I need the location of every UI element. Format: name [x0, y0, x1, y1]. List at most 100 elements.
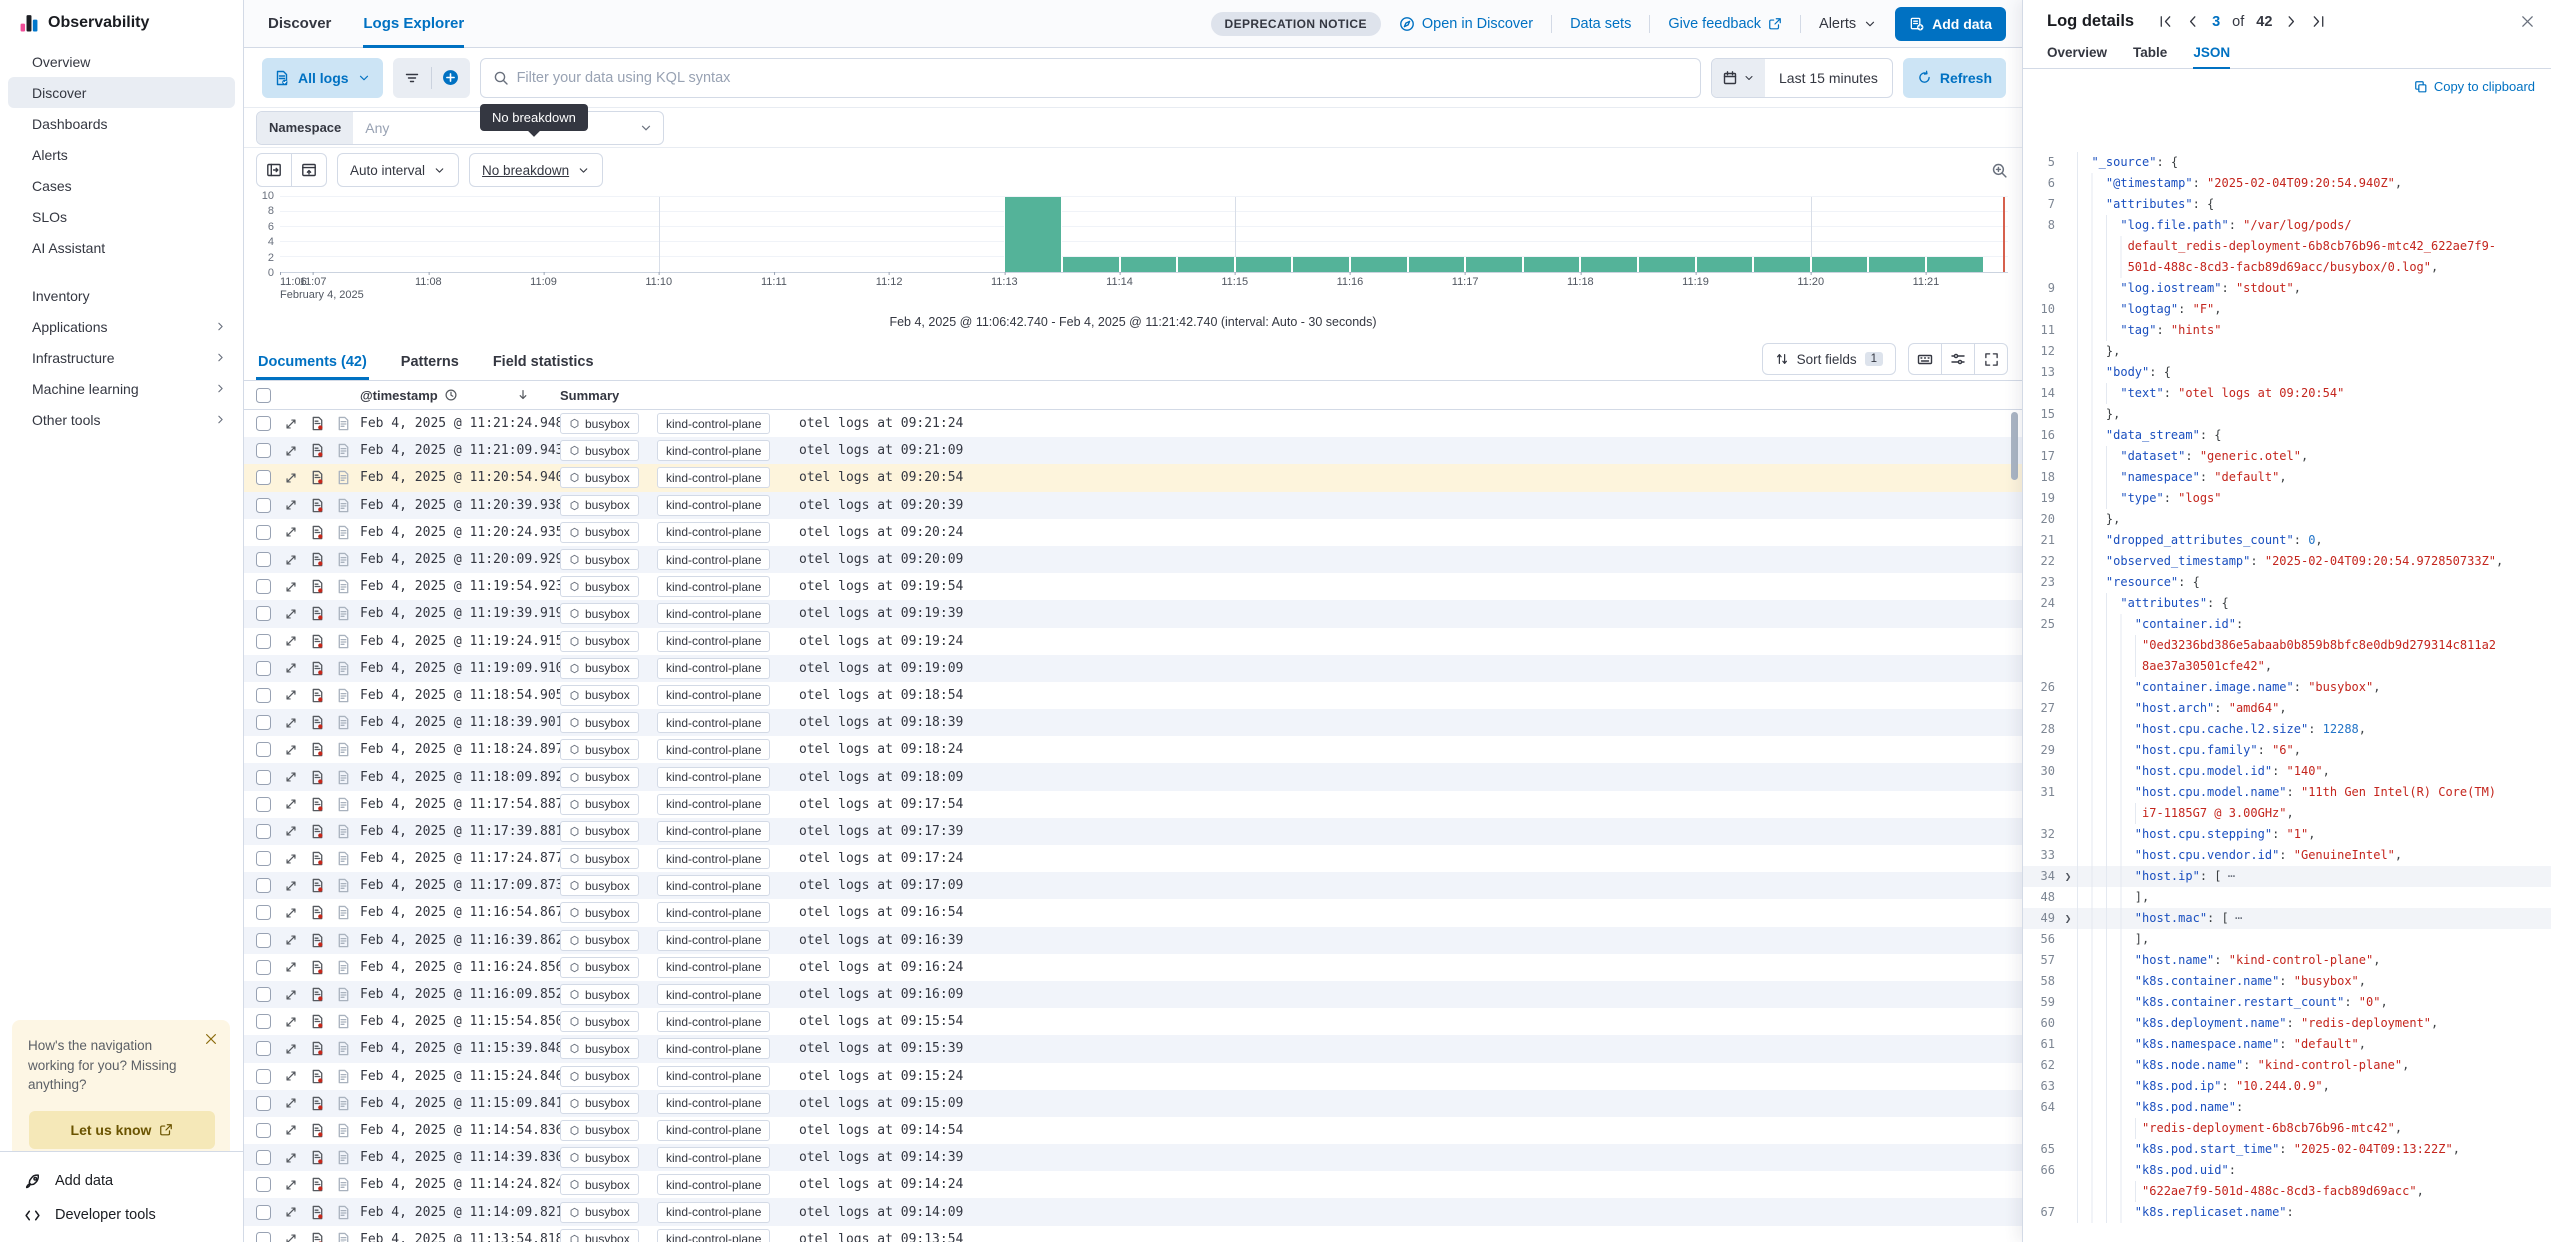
flyout-tab-table[interactable]: Table: [2133, 45, 2167, 68]
sidebar-item-ai-assistant[interactable]: AI Assistant: [8, 232, 235, 263]
row-checkbox[interactable]: [256, 688, 271, 703]
tab-logs-explorer[interactable]: Logs Explorer: [363, 0, 464, 48]
row-checkbox[interactable]: [256, 1205, 271, 1220]
prev-doc-icon[interactable]: [2185, 14, 2200, 29]
table-row[interactable]: Feb 4, 2025 @ 11:19:09.910busyboxkind-co…: [244, 655, 2022, 682]
expand-document-icon[interactable]: [284, 743, 310, 757]
degraded-document-icon[interactable]: [310, 715, 336, 730]
table-row[interactable]: Feb 4, 2025 @ 11:16:09.852busyboxkind-co…: [244, 981, 2022, 1008]
degraded-document-icon[interactable]: [310, 933, 336, 948]
row-checkbox[interactable]: [256, 1069, 271, 1084]
stacktrace-icon[interactable]: [336, 1041, 360, 1056]
table-row[interactable]: Feb 4, 2025 @ 11:19:54.923busyboxkind-co…: [244, 573, 2022, 600]
stacktrace-icon[interactable]: [336, 470, 360, 485]
stacktrace-icon[interactable]: [336, 1177, 360, 1192]
row-checkbox[interactable]: [256, 715, 271, 730]
summary-column-header[interactable]: Summary: [560, 388, 2022, 403]
stacktrace-icon[interactable]: [336, 878, 360, 893]
row-checkbox[interactable]: [256, 770, 271, 785]
stacktrace-icon[interactable]: [336, 634, 360, 649]
degraded-document-icon[interactable]: [310, 525, 336, 540]
sidebar-item-slos[interactable]: SLOs: [8, 201, 235, 232]
tab-field-statistics[interactable]: Field statistics: [491, 354, 596, 380]
stacktrace-icon[interactable]: [336, 1069, 360, 1084]
row-checkbox[interactable]: [256, 905, 271, 920]
select-all-checkbox[interactable]: [256, 388, 271, 403]
alerts-menu-button[interactable]: Alerts: [1819, 16, 1877, 32]
table-row[interactable]: Feb 4, 2025 @ 11:20:24.935busyboxkind-co…: [244, 519, 2022, 546]
row-checkbox[interactable]: [256, 1123, 271, 1138]
data-sets-link[interactable]: Data sets: [1570, 16, 1631, 32]
expand-document-icon[interactable]: [284, 1042, 310, 1056]
stacktrace-icon[interactable]: [336, 552, 360, 567]
table-row[interactable]: Feb 4, 2025 @ 11:17:54.887busyboxkind-co…: [244, 791, 2022, 818]
table-row[interactable]: Feb 4, 2025 @ 11:20:54.940busyboxkind-co…: [244, 464, 2022, 491]
row-checkbox[interactable]: [256, 498, 271, 513]
expand-document-icon[interactable]: [284, 824, 310, 838]
expand-document-icon[interactable]: [284, 1178, 310, 1192]
tab-patterns[interactable]: Patterns: [399, 354, 461, 380]
expand-document-icon[interactable]: [284, 1205, 310, 1219]
row-checkbox[interactable]: [256, 416, 271, 431]
expand-document-icon[interactable]: [284, 688, 310, 702]
expand-document-icon[interactable]: [284, 1069, 310, 1083]
expand-document-icon[interactable]: [284, 770, 310, 784]
copy-to-clipboard-button[interactable]: Copy to clipboard: [2414, 79, 2535, 94]
table-row[interactable]: Feb 4, 2025 @ 11:18:24.897busyboxkind-co…: [244, 736, 2022, 763]
table-row[interactable]: Feb 4, 2025 @ 11:18:09.892busyboxkind-co…: [244, 763, 2022, 790]
stacktrace-icon[interactable]: [336, 933, 360, 948]
fold-chevron-icon[interactable]: ❯: [2059, 866, 2077, 887]
table-row[interactable]: Feb 4, 2025 @ 11:14:54.836busyboxkind-co…: [244, 1117, 2022, 1144]
table-row[interactable]: Feb 4, 2025 @ 11:16:54.867busyboxkind-co…: [244, 899, 2022, 926]
expand-document-icon[interactable]: [284, 525, 310, 539]
stacktrace-icon[interactable]: [336, 824, 360, 839]
expand-document-icon[interactable]: [284, 1015, 310, 1029]
toggle-chart-panel-button[interactable]: [257, 153, 291, 187]
chart-display-options-button[interactable]: [292, 153, 326, 187]
sidebar-item-infrastructure[interactable]: Infrastructure: [8, 342, 235, 373]
stacktrace-icon[interactable]: [336, 1150, 360, 1165]
table-row[interactable]: Feb 4, 2025 @ 11:13:54.818busyboxkind-co…: [244, 1226, 2022, 1242]
degraded-document-icon[interactable]: [310, 824, 336, 839]
stacktrace-icon[interactable]: [336, 1232, 360, 1242]
row-checkbox[interactable]: [256, 960, 271, 975]
stacktrace-icon[interactable]: [336, 715, 360, 730]
expand-document-icon[interactable]: [284, 553, 310, 567]
stacktrace-icon[interactable]: [336, 960, 360, 975]
degraded-document-icon[interactable]: [310, 1123, 336, 1138]
add-filter-button[interactable]: [432, 58, 470, 98]
degraded-document-icon[interactable]: [310, 661, 336, 676]
sidebar-item-discover[interactable]: Discover: [8, 77, 235, 108]
table-row[interactable]: Feb 4, 2025 @ 11:14:39.830busyboxkind-co…: [244, 1144, 2022, 1171]
inspect-chart-button[interactable]: [1991, 162, 2008, 179]
stacktrace-icon[interactable]: [336, 498, 360, 513]
expand-document-icon[interactable]: [284, 933, 310, 947]
keyboard-shortcuts-button[interactable]: [1909, 343, 1941, 375]
sidebar-item-overview[interactable]: Overview: [8, 46, 235, 77]
table-row[interactable]: Feb 4, 2025 @ 11:15:54.850busyboxkind-co…: [244, 1008, 2022, 1035]
refresh-button[interactable]: Refresh: [1903, 58, 2006, 98]
tab-discover[interactable]: Discover: [268, 0, 331, 48]
row-checkbox[interactable]: [256, 606, 271, 621]
table-row[interactable]: Feb 4, 2025 @ 11:18:54.905busyboxkind-co…: [244, 682, 2022, 709]
expand-document-icon[interactable]: [284, 417, 310, 431]
row-checkbox[interactable]: [256, 797, 271, 812]
stacktrace-icon[interactable]: [336, 1123, 360, 1138]
table-row[interactable]: Feb 4, 2025 @ 11:21:24.948busyboxkind-co…: [244, 410, 2022, 437]
tab-documents[interactable]: Documents (42): [256, 354, 369, 380]
degraded-document-icon[interactable]: [310, 579, 336, 594]
kql-search-input[interactable]: [517, 70, 1688, 86]
degraded-document-icon[interactable]: [310, 552, 336, 567]
expand-document-icon[interactable]: [284, 879, 310, 893]
degraded-document-icon[interactable]: [310, 1150, 336, 1165]
expand-document-icon[interactable]: [284, 1123, 310, 1137]
degraded-document-icon[interactable]: [310, 797, 336, 812]
degraded-document-icon[interactable]: [310, 987, 336, 1002]
degraded-document-icon[interactable]: [310, 1014, 336, 1029]
expand-document-icon[interactable]: [284, 471, 310, 485]
degraded-document-icon[interactable]: [310, 1177, 336, 1192]
degraded-document-icon[interactable]: [310, 960, 336, 975]
table-row[interactable]: Feb 4, 2025 @ 11:20:09.929busyboxkind-co…: [244, 546, 2022, 573]
expand-document-icon[interactable]: [284, 1151, 310, 1165]
row-checkbox[interactable]: [256, 443, 271, 458]
